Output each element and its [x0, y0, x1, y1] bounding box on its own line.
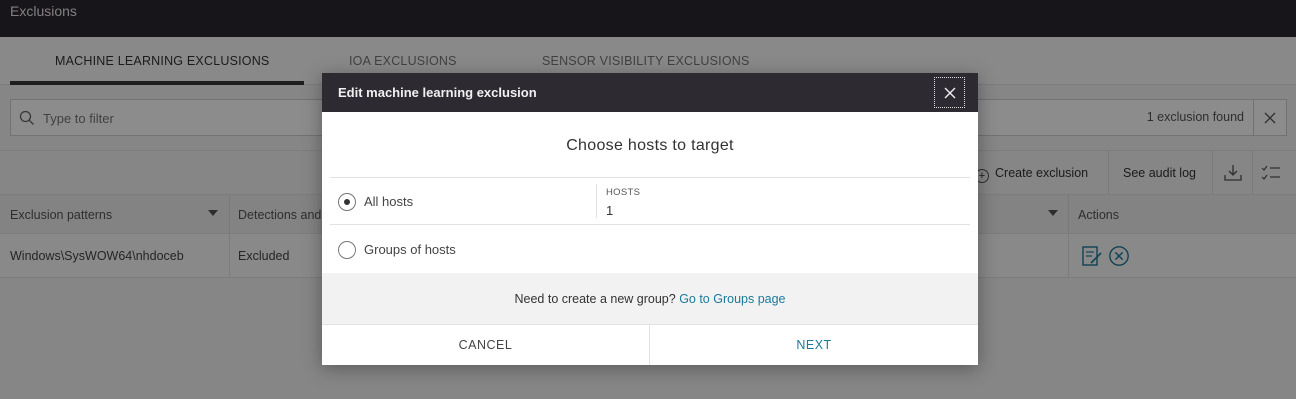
option-groups-of-hosts[interactable]: Groups of hosts: [330, 226, 970, 274]
hosts-count-value: 1: [606, 203, 614, 218]
groups-of-hosts-label: Groups of hosts: [364, 242, 456, 257]
next-button[interactable]: NEXT: [650, 325, 978, 365]
dialog-header: Edit machine learning exclusion: [322, 73, 978, 112]
groups-of-hosts-radio[interactable]: [338, 241, 356, 259]
dialog-heading: Choose hosts to target: [566, 137, 734, 154]
all-hosts-label: All hosts: [364, 194, 414, 209]
option-divider: [596, 184, 597, 218]
cancel-button[interactable]: CANCEL: [322, 325, 650, 365]
hint-question: Need to create a new group?: [514, 292, 676, 306]
hosts-count-label: HOSTS: [606, 187, 641, 198]
option-all-hosts[interactable]: All hosts HOSTS 1: [330, 177, 970, 225]
close-dialog-button[interactable]: [934, 77, 965, 108]
close-icon: [944, 87, 955, 98]
all-hosts-radio[interactable]: [338, 193, 356, 211]
dialog-footer: CANCEL NEXT: [322, 324, 978, 365]
dialog-title: Edit machine learning exclusion: [338, 85, 537, 100]
create-group-hint-text: Need to create a new group? Go to Groups…: [322, 292, 978, 306]
create-group-hint: Need to create a new group? Go to Groups…: [322, 273, 978, 324]
edit-exclusion-dialog: Edit machine learning exclusion Choose h…: [322, 73, 978, 365]
go-to-groups-link[interactable]: Go to Groups page: [679, 292, 785, 306]
